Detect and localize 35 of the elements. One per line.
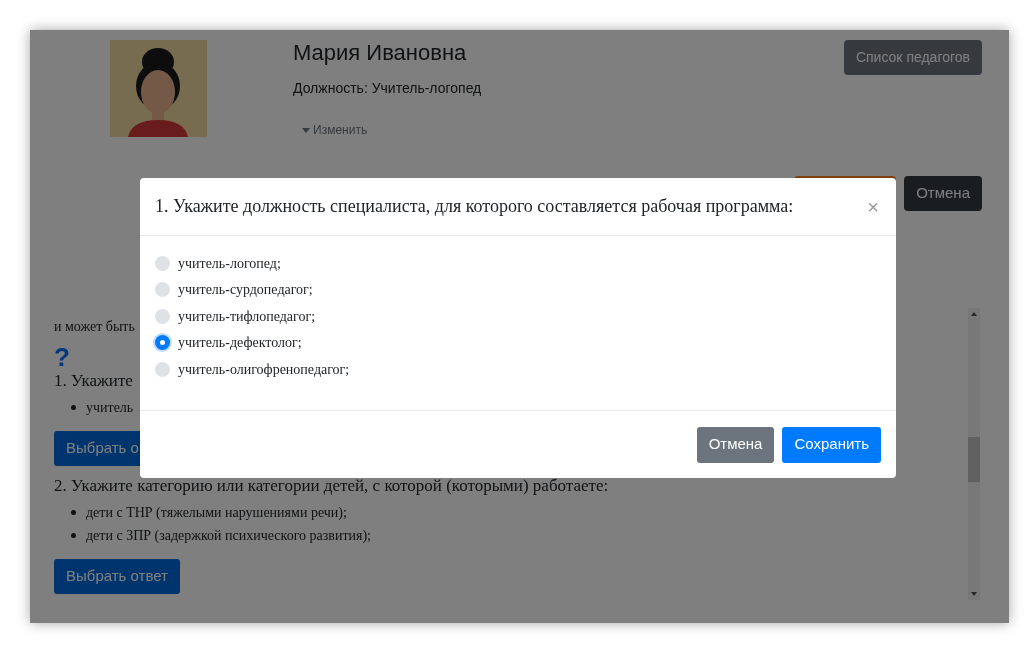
modal-cancel-button[interactable]: Отмена: [696, 426, 775, 463]
bullet-icon: [71, 405, 76, 410]
question-title: 2. Укажите категорию или категории детей, с которой (которыми) работаете:: [54, 475, 609, 497]
radio-button[interactable]: [155, 361, 170, 377]
radio-option[interactable]: учитель-логопед;: [155, 250, 281, 277]
teacher-name: Мария Ивановна: [293, 40, 468, 66]
radio-option[interactable]: учитель-дефектолог;: [155, 329, 302, 356]
radio-option[interactable]: учитель-тифлопедагог;: [155, 303, 316, 330]
radio-button[interactable]: [155, 335, 170, 351]
scrollbar-thumb[interactable]: [968, 437, 980, 482]
help-mark: ?: [54, 345, 70, 369]
question-title: 1. Укажите: [54, 370, 133, 392]
answer-text: учитель: [86, 399, 134, 417]
answer-text: дети с ТНР (тяжелыми нарушениями речи);: [86, 504, 347, 522]
scrollbar[interactable]: [968, 308, 980, 600]
position-text: Должность: Учитель-логопед: [293, 79, 483, 98]
choose-answer-button[interactable]: Выбрать ответ: [54, 559, 180, 594]
radio-button[interactable]: [155, 255, 170, 271]
radio-option[interactable]: учитель-сурдопедагог;: [155, 276, 313, 303]
caret-icon: [302, 127, 310, 133]
close-button[interactable]: ×: [867, 196, 879, 217]
answer-text: дети с ЗПР (задержкой психического развития);: [86, 527, 371, 545]
save-button[interactable]: Сохранить: [782, 426, 881, 463]
modal-title: 1. Укажите должность специалиста, для которого составляется рабочая программа:: [155, 195, 794, 218]
scroll-down-icon: [971, 592, 977, 596]
radio-button[interactable]: [155, 282, 170, 298]
bullet-icon: [71, 510, 76, 515]
radio-button[interactable]: [155, 308, 170, 324]
radio-option[interactable]: учитель-олигофренопедагог;: [155, 356, 350, 383]
change-link[interactable]: Изменить: [302, 121, 368, 139]
cancel-button[interactable]: Отмена: [904, 176, 982, 211]
bullet-icon: [71, 533, 76, 538]
teachers-list-button[interactable]: Список педагогов: [843, 40, 982, 75]
body-text: и может быть: [54, 318, 135, 336]
scroll-up-icon: [971, 312, 977, 316]
